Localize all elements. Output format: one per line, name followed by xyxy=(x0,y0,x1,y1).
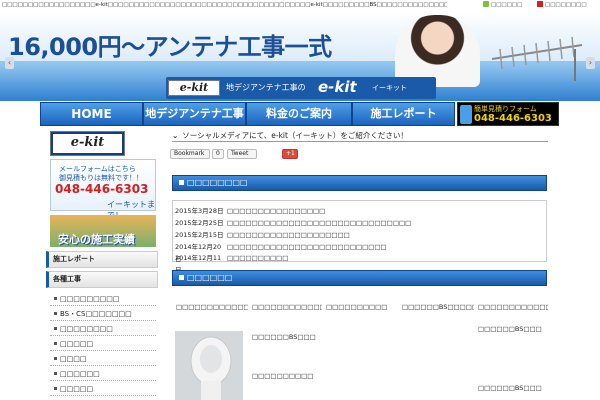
leaf-icon xyxy=(483,1,489,7)
nav-antenna-work[interactable]: 地デジアンテナ工事 xyxy=(143,102,246,126)
news-list: 2015年3月28日 □□□□□□□□□□□□□□□□ 2015年2月25日 □□□… xyxy=(172,200,548,274)
bookmark-count: 0 xyxy=(212,149,224,159)
logo-reading: イーキット xyxy=(372,84,407,92)
sidebar-item[interactable]: □□□□□□□□ xyxy=(50,322,156,336)
smartphone-icon xyxy=(460,105,472,124)
site-description: □□□□□□□□□□□□□□□□□□e-kit□□□□□□□□□□□□□□□□□… xyxy=(2,2,447,8)
antenna-image xyxy=(491,36,583,81)
top-bar: □□□□□□□□□□□□□□□□□□e-kit□□□□□□□□□□□□□□□□□… xyxy=(0,0,600,11)
nav-home[interactable]: HOME xyxy=(40,102,143,126)
news-item[interactable]: 2014年12月11日□□□□□□□□□□ xyxy=(173,252,548,274)
news-heading: □□□□□□□□ xyxy=(172,175,547,191)
sidebar-logo[interactable]: e-kit xyxy=(50,131,125,156)
construction-record-banner[interactable]: 安心の施工実績 xyxy=(50,215,156,247)
estimate-form-button[interactable]: 簡単見積りフォーム 048-446-6303 xyxy=(457,102,559,126)
top-link-1[interactable]: □□□□□□ xyxy=(483,0,522,11)
sidebar-head-works: 各種工事 xyxy=(46,271,158,288)
report-card-title[interactable]: □□□□□□BS□□□ xyxy=(478,384,548,396)
sidebar-item[interactable]: □□□□□ xyxy=(50,382,156,396)
site-logo: e-kit xyxy=(168,80,220,96)
mail-icon xyxy=(537,1,543,7)
logo-tagline: 地デジアンテナ工事の xyxy=(226,83,306,92)
toilet-image xyxy=(175,331,243,400)
top-link-2[interactable]: □□□□□□□□ xyxy=(537,0,587,11)
sidebar-item[interactable]: BS・CS□□□□□□□ xyxy=(50,307,156,321)
bookmark-button[interactable]: Bookmark xyxy=(170,149,210,159)
nav-report[interactable]: 施工レポート xyxy=(352,102,455,126)
nav-pricing[interactable]: 料金のご案内 xyxy=(246,102,352,126)
logo-brand: e-kit xyxy=(318,78,357,96)
news-item[interactable]: 2015年2月15日 □□□□□□□□□□□□□□□□□□□□ xyxy=(173,229,548,241)
hero-prev-arrow[interactable]: ‹ xyxy=(5,57,14,69)
report-card-title[interactable]: □□□□□□□□□□ xyxy=(252,372,322,384)
plusone-button[interactable]: +1 xyxy=(282,149,298,159)
sidebar-item[interactable]: □□□□ xyxy=(50,352,156,366)
news-item[interactable]: 2015年3月28日 □□□□□□□□□□□□□□□□ xyxy=(173,205,548,217)
report-card-title[interactable]: □□□□□□□□□□ xyxy=(326,303,398,315)
sidebar-phone: 048-446-6303 xyxy=(55,182,149,196)
report-card-title[interactable]: □□□□□□□□□□□□□□□□ xyxy=(176,303,248,315)
site-logo-strip[interactable]: e-kit 地デジアンテナ工事の e-kit イーキット xyxy=(166,77,436,99)
report-card-title[interactable]: □□□□□□□□□□□□□□□□□□□□ xyxy=(252,303,322,323)
report-card-title[interactable]: □□□□□□BS□□□ xyxy=(252,333,322,345)
social-heading: ⌄ ソーシャルメディアにて、e-kit（イーキット）をご紹介ください！ xyxy=(172,129,548,142)
report-card-title[interactable]: □□□□□□BS□□□ xyxy=(478,325,548,337)
report-card-title[interactable]: □□□□□□BS□□□□□□□ xyxy=(402,303,474,315)
phone-number: 048-446-6303 xyxy=(474,113,552,124)
tweet-button[interactable]: Tweet xyxy=(227,149,257,159)
hero-price-text: 16,000円〜アンテナ工事一式 xyxy=(8,33,332,61)
chevron-down-icon: ⌄ xyxy=(172,131,179,140)
report-card-title[interactable]: □□□□□□□□□□□□□□□□ xyxy=(478,303,548,315)
report-heading: □□□□□□ xyxy=(172,270,547,286)
sidebar-item[interactable]: □□□□□□ xyxy=(50,367,156,381)
mail-form-banner[interactable]: メールフォームはこちら 御見積もりは無料です！！ 048-446-6303 イー… xyxy=(50,159,156,220)
news-item[interactable]: 2015年2月25日 □□□□□□□□□□□□□□□□□□□□□□□□□□□□□□ xyxy=(173,217,548,229)
report-thumbnail[interactable] xyxy=(175,331,243,400)
sidebar-item[interactable]: □□□□□□□□□ xyxy=(50,292,156,306)
sidebar-item[interactable]: □□□□□ xyxy=(50,337,156,351)
hero-next-arrow[interactable]: › xyxy=(586,57,595,69)
sidebar-head-report[interactable]: 施工レポート xyxy=(46,251,158,268)
